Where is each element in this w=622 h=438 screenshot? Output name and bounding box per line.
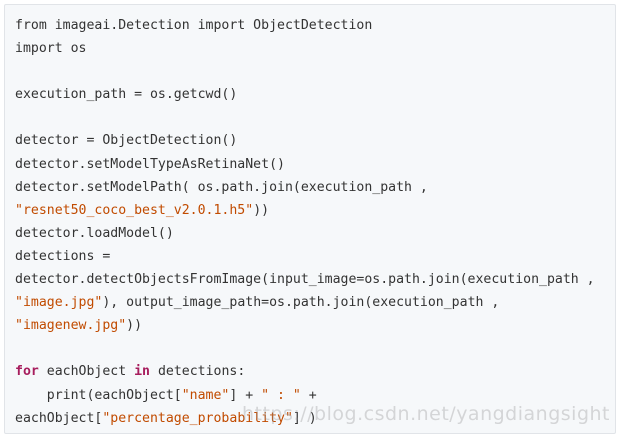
code-content: from imageai.Detection import ObjectDete… — [5, 5, 615, 430]
code-line: "image.jpg"), output_image_path=os.path.… — [15, 291, 615, 314]
code-line: from imageai.Detection import ObjectDete… — [15, 14, 615, 37]
code-line: detector.setModelTypeAsRetinaNet() — [15, 153, 615, 176]
code-line: eachObject["percentage_probability"] ) — [15, 407, 615, 430]
string-literal: "percentage_probability" — [102, 410, 293, 426]
code-line: import os — [15, 37, 615, 60]
code-line: "resnet50_coco_best_v2.0.1.h5")) — [15, 199, 615, 222]
code-token: ] ) — [292, 410, 317, 426]
code-token: detector.setModelTypeAsRetinaNet() — [15, 156, 285, 172]
code-line: detector.detectObjectsFromImage(input_im… — [15, 268, 615, 291]
code-token: eachObject[ — [15, 410, 103, 426]
code-token: print(eachObject[ — [15, 387, 182, 403]
string-literal: "resnet50_coco_best_v2.0.1.h5" — [15, 202, 254, 218]
keyword: in — [134, 364, 150, 380]
keyword: for — [15, 364, 39, 380]
code-token: )) — [126, 318, 143, 334]
code-line: detections = — [15, 245, 615, 268]
code-token: detector.loadModel() — [15, 225, 174, 241]
code-token: + — [300, 387, 317, 403]
code-line: detector = ObjectDetection() — [15, 129, 615, 152]
code-line: "imagenew.jpg")) — [15, 314, 615, 337]
string-literal: "image.jpg" — [15, 295, 103, 311]
code-token: detector.setModelPath( os.path.join(exec… — [15, 179, 428, 195]
code-token: eachObject — [38, 364, 135, 380]
code-token: detections = — [15, 248, 111, 264]
code-block: from imageai.Detection import ObjectDete… — [4, 4, 616, 434]
code-line: detector.loadModel() — [15, 222, 615, 245]
code-line: execution_path = os.getcwd() — [15, 83, 615, 106]
code-token: ), output_image_path=os.path.join(execut… — [102, 295, 500, 311]
code-token: detector = ObjectDetection() — [15, 133, 238, 149]
code-token: detections: — [150, 364, 246, 380]
code-line: for eachObject in detections: — [15, 360, 615, 383]
code-token: from imageai.Detection import ObjectDete… — [15, 18, 373, 33]
code-line: detector.setModelPath( os.path.join(exec… — [15, 176, 615, 199]
code-line: print(eachObject["name"] + " : " + — [15, 384, 615, 407]
code-token: execution_path = os.getcwd() — [15, 87, 238, 103]
string-literal: "imagenew.jpg" — [15, 318, 127, 334]
code-token: )) — [253, 202, 270, 218]
string-literal: "name" — [181, 387, 230, 403]
code-token: ] + — [229, 387, 262, 403]
code-token: detector.detectObjectsFromImage(input_im… — [15, 272, 595, 288]
code-token: import os — [15, 41, 87, 57]
string-literal: " : " — [261, 387, 301, 403]
